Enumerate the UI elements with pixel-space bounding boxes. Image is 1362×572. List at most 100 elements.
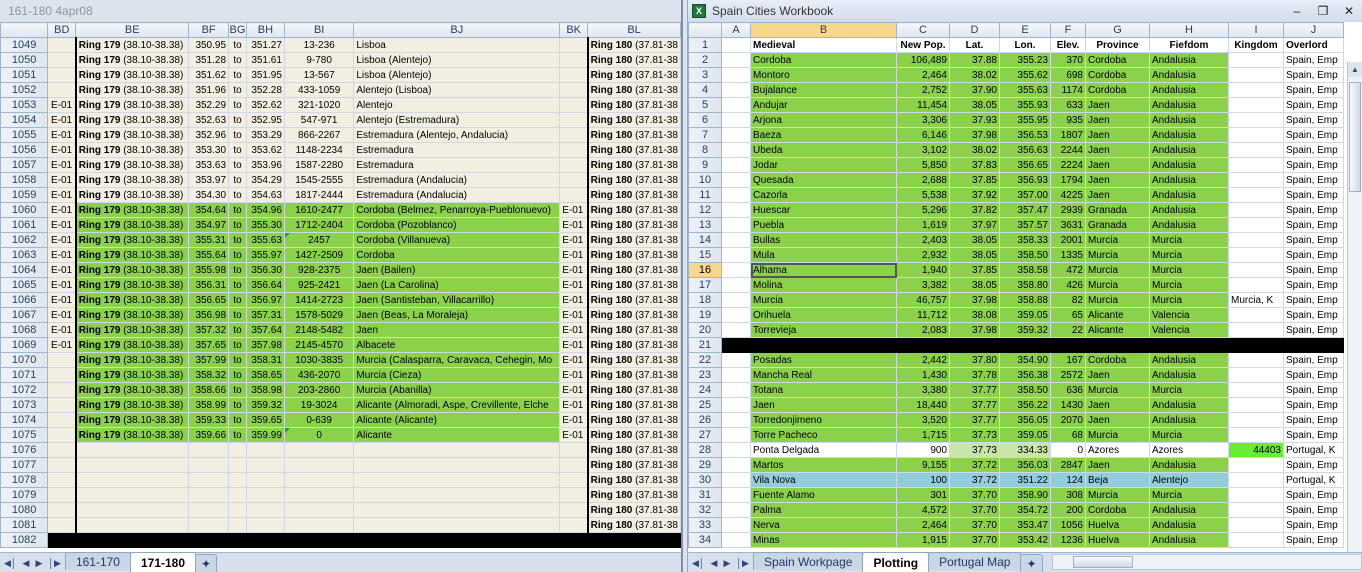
cell-bj[interactable]: Alicante (Alicante)	[353, 412, 561, 428]
cell-a[interactable]	[721, 187, 751, 203]
cell-bl[interactable]: Ring 180 (37.81-38	[587, 157, 681, 173]
cell-new-pop[interactable]: 18,440	[896, 397, 950, 413]
cell-bf[interactable]: 353.97	[188, 172, 230, 188]
cell-overlord[interactable]: Spain, Emp	[1283, 307, 1344, 323]
cell-bj[interactable]: Murcia (Abanilla)	[353, 382, 561, 398]
cell-overlord[interactable]: Spain, Emp	[1283, 97, 1344, 113]
cell-bf[interactable]	[188, 487, 230, 503]
cell-bh[interactable]	[245, 487, 285, 503]
cell-bk[interactable]: E-01	[559, 292, 589, 308]
cell-bk[interactable]: E-01	[559, 337, 589, 353]
cell-lon[interactable]: 356.63	[999, 142, 1051, 158]
cell-bf[interactable]: 355.98	[188, 262, 230, 278]
cell-a[interactable]	[721, 292, 751, 308]
cell-a[interactable]	[721, 142, 751, 158]
cell-bg[interactable]: to	[228, 112, 247, 128]
cell-province[interactable]: Murcia	[1085, 262, 1150, 278]
cell-bh[interactable]: 352.62	[245, 97, 285, 113]
cell-bd[interactable]	[47, 412, 77, 428]
cell-medieval[interactable]: Torredonjimeno	[750, 412, 897, 428]
cell-bl[interactable]: Ring 180 (37.81-38	[587, 502, 681, 518]
cell-medieval[interactable]: Huescar	[750, 202, 897, 218]
row-header[interactable]: 12	[688, 202, 722, 218]
cell-bd[interactable]	[47, 367, 77, 383]
cell-elev[interactable]: 167	[1050, 352, 1086, 368]
cell-bd[interactable]: E-01	[47, 142, 77, 158]
last-sheet-icon[interactable]: │▶	[736, 558, 749, 569]
cell-a[interactable]	[721, 172, 751, 188]
row-header[interactable]: 1075	[0, 427, 49, 443]
cell-bf[interactable]: 355.64	[188, 247, 230, 263]
cell-lat[interactable]: 37.72	[949, 472, 1000, 488]
cell-overlord[interactable]: Spain, Emp	[1283, 412, 1344, 428]
cell-bk[interactable]: E-01	[559, 217, 589, 233]
cell-bl[interactable]: Ring 180 (37.81-38	[587, 187, 681, 203]
cell-medieval[interactable]: Mula	[750, 247, 897, 263]
first-sheet-icon[interactable]: ◀│	[4, 558, 17, 569]
row-header[interactable]: 1069	[0, 337, 49, 353]
cell-province[interactable]: Jaen	[1085, 412, 1150, 428]
cell-fiefdom[interactable]: Murcia	[1149, 262, 1229, 278]
row-header[interactable]: 2	[688, 52, 722, 68]
column-header[interactable]: C	[896, 22, 950, 38]
cell-bk[interactable]: E-01	[559, 202, 589, 218]
column-header[interactable]: BH	[245, 22, 285, 38]
row-header[interactable]: 8	[688, 142, 722, 158]
cell-a[interactable]	[721, 262, 751, 278]
row-header[interactable]: 5	[688, 97, 722, 113]
cell-bd[interactable]: E-01	[47, 337, 77, 353]
cell-bk[interactable]	[559, 172, 589, 188]
cell-bk[interactable]: E-01	[559, 232, 589, 248]
row-header[interactable]: 1060	[0, 202, 49, 218]
cell-bh[interactable]: 352.95	[245, 112, 285, 128]
row-header[interactable]: 1053	[0, 97, 49, 113]
row-header[interactable]: 1078	[0, 472, 49, 488]
row-header[interactable]: 1052	[0, 82, 49, 98]
row-header[interactable]: 1073	[0, 397, 49, 413]
cell-province[interactable]: Cordoba	[1085, 82, 1150, 98]
cell-province[interactable]: Huelva	[1085, 532, 1150, 548]
cell-overlord[interactable]: Spain, Emp	[1283, 457, 1344, 473]
cell-bk[interactable]: E-01	[559, 382, 589, 398]
cell-bi[interactable]	[283, 472, 355, 488]
cell-bl[interactable]: Ring 180 (37.81-38	[587, 427, 681, 443]
insert-sheet-icon[interactable]: ✦	[1020, 554, 1043, 572]
row-header[interactable]: 29	[688, 457, 722, 473]
row-header[interactable]: 1050	[0, 52, 49, 68]
cell-lat[interactable]: 38.05	[949, 277, 1000, 293]
cell-lon[interactable]: 357.57	[999, 217, 1051, 233]
cell-bl[interactable]: Ring 180 (37.81-38	[587, 142, 681, 158]
cell-bj[interactable]: Murcia (Calasparra, Caravaca, Cehegin, M…	[353, 352, 561, 368]
cell-bg[interactable]: to	[228, 67, 247, 83]
vertical-scroll-thumb[interactable]	[1349, 82, 1361, 192]
cell-bg[interactable]: to	[228, 322, 247, 338]
cell-lon[interactable]: 354.90	[999, 352, 1051, 368]
cell-kingdom[interactable]	[1228, 262, 1284, 278]
cell-bl[interactable]: Ring 180 (37.81-38	[587, 457, 681, 473]
cell-lat[interactable]: 37.70	[949, 532, 1000, 548]
cell-fiefdom[interactable]: Murcia	[1149, 232, 1229, 248]
cell-be[interactable]	[74, 472, 190, 488]
row-header[interactable]: 19	[688, 307, 722, 323]
cell-bl[interactable]: Ring 180 (37.81-38	[587, 172, 681, 188]
cell-bf[interactable]: 354.97	[188, 217, 230, 233]
cell-province[interactable]: Granada	[1085, 202, 1150, 218]
cell-province[interactable]: Jaen	[1085, 112, 1150, 128]
row-header[interactable]: 31	[688, 487, 722, 503]
cell-elev[interactable]: 370	[1050, 52, 1086, 68]
column-header[interactable]: A	[721, 22, 751, 38]
cell-a[interactable]	[721, 532, 751, 548]
cell-medieval[interactable]: Martos	[750, 457, 897, 473]
header-cell-d[interactable]: Lat.	[949, 37, 1000, 53]
cell-bl[interactable]: Ring 180 (37.81-38	[587, 37, 681, 53]
cell-overlord[interactable]: Spain, Emp	[1283, 292, 1344, 308]
cell-fiefdom[interactable]: Andalusia	[1149, 397, 1229, 413]
cell-bl[interactable]: Ring 180 (37.81-38	[587, 277, 681, 293]
cell-bj[interactable]: Cordoba	[353, 247, 561, 263]
cell-bl[interactable]: Ring 180 (37.81-38	[587, 292, 681, 308]
cell-new-pop[interactable]: 1,715	[896, 427, 950, 443]
cell-a[interactable]	[721, 517, 751, 533]
cell-province[interactable]: Murcia	[1085, 277, 1150, 293]
cell-bh[interactable]: 353.96	[245, 157, 285, 173]
cell-elev[interactable]: 1335	[1050, 247, 1086, 263]
